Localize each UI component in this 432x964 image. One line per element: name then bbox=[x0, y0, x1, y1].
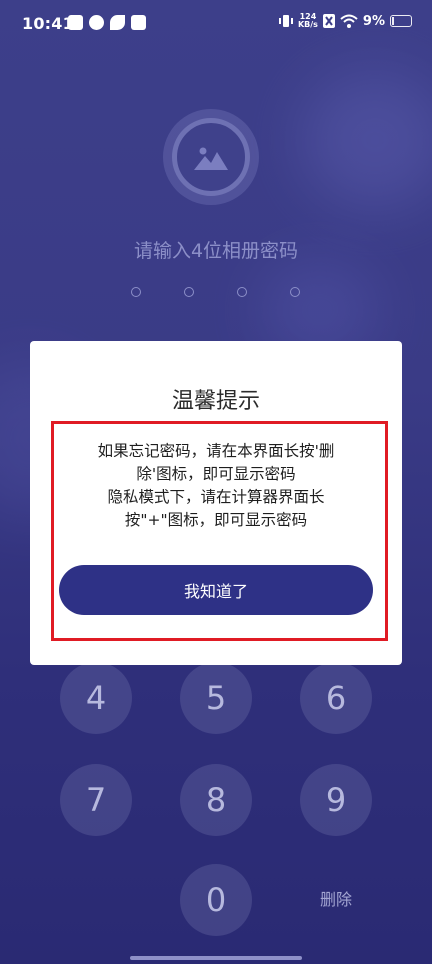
battery-icon bbox=[390, 15, 412, 27]
delete-button[interactable]: 删除 bbox=[303, 886, 369, 910]
system-status: 124 KB/s 9% bbox=[278, 12, 412, 29]
dialog-title: 温馨提示 bbox=[171, 389, 260, 414]
key-9[interactable]: 9 bbox=[300, 764, 372, 836]
tip-dialog: 温馨提示 如果忘记密码，请在本界面长按'删 除'图标，即可显示密码 隐私模式下，… bbox=[30, 341, 402, 665]
key-7[interactable]: 7 bbox=[60, 764, 132, 836]
wifi-icon bbox=[340, 14, 358, 28]
message-line: 按"+"图标，即可显示密码 bbox=[124, 511, 308, 529]
network-speed: 124 KB/s bbox=[297, 12, 318, 29]
password-prompt: 请输入4位相册密码 bbox=[133, 240, 299, 262]
pin-dot bbox=[237, 287, 247, 297]
key-5[interactable]: 5 bbox=[180, 662, 252, 734]
message-line: 隐私模式下，请在计算器界面长 bbox=[107, 488, 325, 506]
message-line: 如果忘记密码，请在本界面长按'删 bbox=[97, 442, 335, 460]
key-0[interactable]: 0 bbox=[180, 864, 252, 936]
key-8[interactable]: 8 bbox=[180, 764, 252, 836]
key-6[interactable]: 6 bbox=[300, 662, 372, 734]
status-bar: 10:41 124 KB/s 9% bbox=[0, 0, 432, 52]
pin-dot bbox=[290, 287, 300, 297]
notification-icons bbox=[68, 15, 146, 30]
message-icon bbox=[131, 15, 146, 30]
pinwheel-icon bbox=[110, 15, 125, 30]
image-icon bbox=[194, 147, 228, 170]
status-time: 10:41 bbox=[22, 14, 74, 33]
message-line: 除'图标，即可显示密码 bbox=[136, 465, 296, 483]
pin-dot bbox=[184, 287, 194, 297]
calendar-icon bbox=[68, 15, 83, 30]
vibrate-icon bbox=[278, 15, 293, 27]
home-indicator[interactable] bbox=[130, 956, 302, 960]
album-icon-ring bbox=[163, 109, 259, 205]
pin-dot bbox=[131, 287, 141, 297]
sim-off-icon bbox=[322, 14, 335, 28]
dialog-message: 如果忘记密码，请在本界面长按'删 除'图标，即可显示密码 隐私模式下，请在计算器… bbox=[74, 440, 358, 532]
key-4[interactable]: 4 bbox=[60, 662, 132, 734]
got-it-button[interactable]: 我知道了 bbox=[59, 565, 373, 615]
app-notification-icon bbox=[89, 15, 104, 30]
album-icon-circle bbox=[172, 118, 250, 196]
battery-percent: 9% bbox=[362, 13, 385, 29]
